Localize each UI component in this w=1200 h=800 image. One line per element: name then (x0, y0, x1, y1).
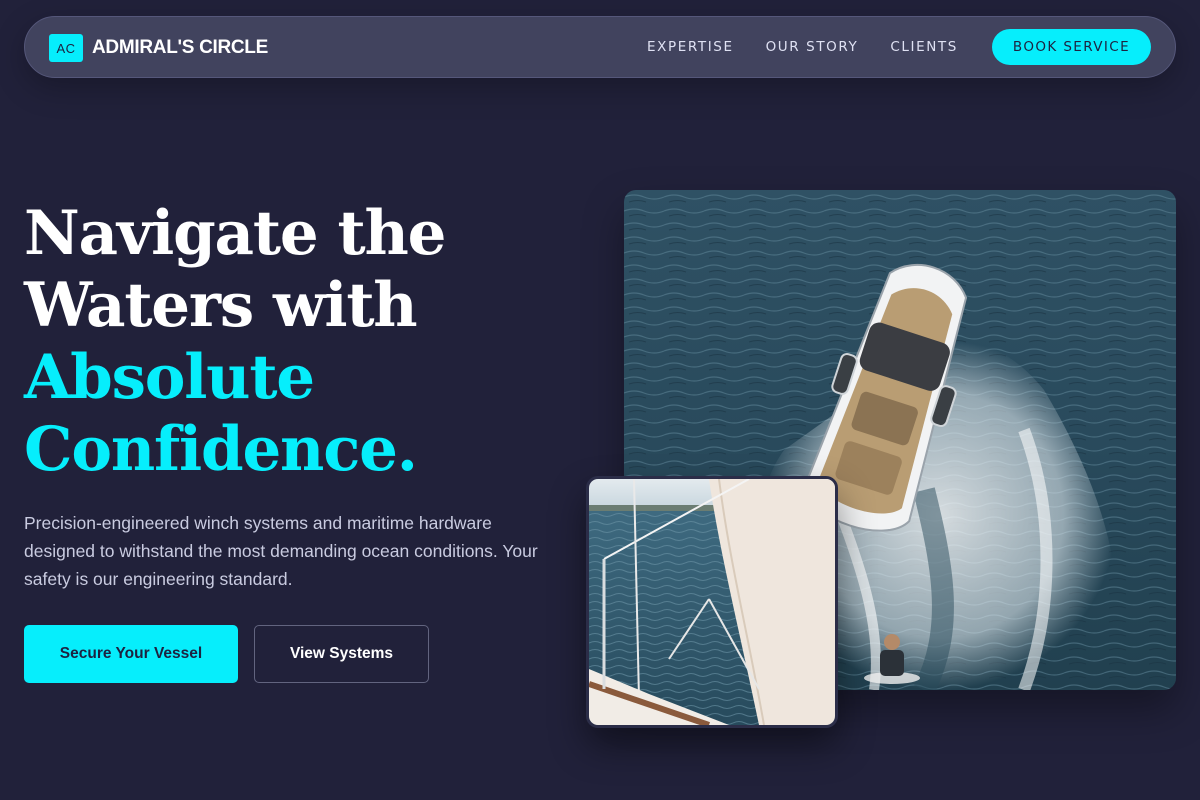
hero-title-accent-line-2: Confidence. (24, 414, 418, 485)
hero-title-line-1: Navigate the (24, 198, 446, 269)
nav-links: EXPERTISE OUR STORY CLIENTS (647, 17, 990, 77)
nav-link-clients[interactable]: CLIENTS (890, 39, 958, 55)
book-service-button[interactable]: BOOK SERVICE (992, 29, 1151, 65)
secure-your-vessel-button[interactable]: Secure Your Vessel (24, 625, 238, 683)
nav-link-our-story[interactable]: OUR STORY (766, 39, 859, 55)
brand-logo-link[interactable]: AC ADMIRAL'S CIRCLE (49, 33, 268, 63)
hero-title: Navigate the Waters with Absolute Confid… (24, 198, 584, 486)
hero-subtitle: Precision-engineered winch systems and m… (24, 513, 538, 589)
hero-title-accent-line-1: Absolute (24, 342, 315, 413)
brand-name: ADMIRAL'S CIRCLE (92, 37, 268, 58)
nav-link-expertise[interactable]: EXPERTISE (647, 39, 734, 55)
top-navigation-bar: AC ADMIRAL'S CIRCLE EXPERTISE OUR STORY … (24, 16, 1176, 78)
sailboat-rigging-photo (586, 476, 838, 728)
view-systems-button[interactable]: View Systems (254, 625, 429, 683)
hero-title-line-2: Waters with (24, 270, 418, 341)
brand-badge-icon: AC (49, 34, 83, 62)
